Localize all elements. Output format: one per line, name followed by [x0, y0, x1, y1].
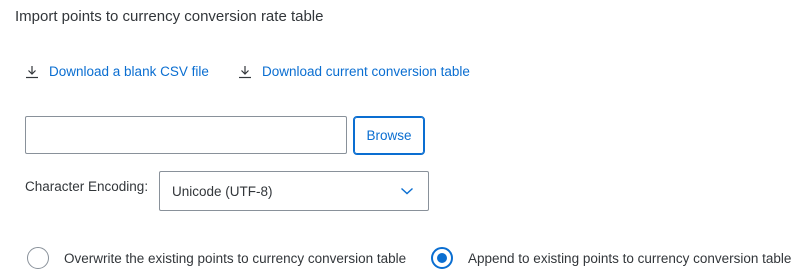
overwrite-radio-label: Overwrite the existing points to currenc… — [64, 250, 407, 266]
overwrite-radio-option[interactable]: Overwrite the existing points to currenc… — [27, 247, 406, 269]
download-current-table-label: Download current conversion table — [262, 64, 470, 79]
chevron-down-icon — [401, 187, 413, 195]
character-encoding-select[interactable]: Unicode (UTF-8) — [159, 171, 429, 211]
download-blank-csv-label: Download a blank CSV file — [49, 64, 209, 79]
append-radio-option[interactable]: Append to existing points to currency co… — [431, 247, 791, 269]
download-blank-csv-link[interactable]: Download a blank CSV file — [25, 64, 209, 79]
overwrite-radio[interactable] — [27, 247, 49, 269]
download-icon — [239, 65, 251, 78]
append-radio-label: Append to existing points to currency co… — [468, 250, 792, 266]
append-radio[interactable] — [431, 247, 453, 269]
page-title: Import points to currency conversion rat… — [15, 8, 324, 25]
character-encoding-value: Unicode (UTF-8) — [172, 183, 273, 199]
download-icon — [26, 65, 38, 78]
character-encoding-label: Character Encoding: — [25, 179, 149, 194]
browse-button[interactable]: Browse — [353, 116, 425, 155]
file-path-input[interactable] — [25, 116, 347, 154]
download-current-table-link[interactable]: Download current conversion table — [238, 64, 470, 79]
